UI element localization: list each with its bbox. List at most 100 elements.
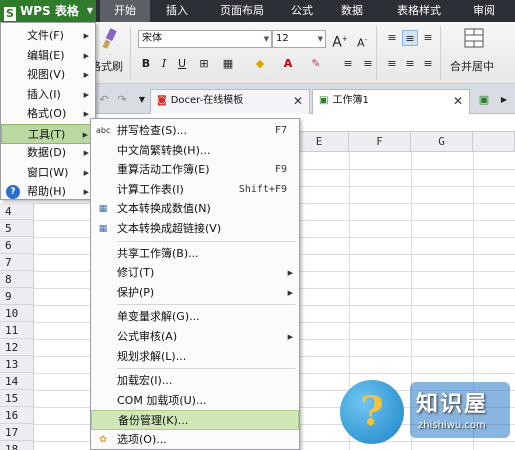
tools-menu-item[interactable]: 备份管理(K)... xyxy=(91,410,299,431)
tools-menu-item[interactable]: 计算工作表(I) Shift+F9 xyxy=(91,180,299,200)
font-name-select[interactable]: 宋体 ▼ xyxy=(138,30,272,48)
align-left-icon[interactable]: ≡ xyxy=(384,56,400,72)
font-size-select[interactable]: 12 ▼ xyxy=(272,30,326,48)
clear-format-icon[interactable]: ✎ xyxy=(308,56,324,72)
borders-icon[interactable]: ⊞ xyxy=(196,56,212,72)
main-menu-item[interactable]: 工具(T) ▶ xyxy=(1,123,95,144)
new-sheet-icon[interactable]: ▣ xyxy=(476,92,492,108)
main-menu-label: 视图(V) xyxy=(27,68,66,81)
chevron-down-icon[interactable]: ▼ xyxy=(134,92,150,108)
shortcut-hint: Shift+F9 xyxy=(238,183,287,195)
chevron-right-icon: ▶ xyxy=(83,32,89,40)
main-menu-item[interactable]: ? 帮助(H) ▶ xyxy=(1,182,95,202)
tools-menu-item[interactable]: 保护(P) ▶ xyxy=(91,283,299,303)
tab-insert[interactable]: 插入 xyxy=(152,0,202,22)
main-menu-item[interactable]: 编辑(E) ▶ xyxy=(1,46,95,66)
text-to-link-icon: ▦ xyxy=(98,224,108,234)
merge-center-label[interactable]: 合并居中 xyxy=(450,58,494,74)
column-header-next xyxy=(473,132,515,152)
wps-app-menu-button[interactable]: S WPS 表格 ▼ xyxy=(0,0,96,22)
bold-button[interactable]: B xyxy=(138,56,154,72)
row-header[interactable]: 13 xyxy=(0,356,34,373)
italic-button[interactable]: I xyxy=(156,56,172,72)
chevron-right-icon: ▶ xyxy=(82,130,88,139)
tools-menu-label: 共享工作簿(B)... xyxy=(117,246,199,260)
menu-separator xyxy=(117,304,295,306)
main-menu-item[interactable]: 窗口(W) ▶ xyxy=(1,163,95,183)
tab-docer-templates[interactable]: ◙ Docer-在线模板 ✕ xyxy=(150,89,310,114)
row-header[interactable]: 16 xyxy=(0,407,34,424)
tools-menu-item[interactable]: 规划求解(L)... xyxy=(91,347,299,367)
tools-submenu: abc 拼写检查(S)... F7 中文简繁转换(H)... 重算活动工作簿(E) F9 计… xyxy=(90,118,300,450)
row-header[interactable]: 14 xyxy=(0,373,34,390)
row-header[interactable]: 11 xyxy=(0,322,34,339)
row-header[interactable]: 18 xyxy=(0,441,34,450)
close-icon[interactable]: ✕ xyxy=(293,90,303,112)
tools-menu-item[interactable]: 加载宏(I)... xyxy=(91,371,299,391)
column-header-f[interactable]: F xyxy=(349,132,411,152)
tools-menu-item[interactable]: 公式审核(A) ▶ xyxy=(91,327,299,347)
tab-formulas[interactable]: 公式 xyxy=(280,0,324,22)
tools-menu-label: 规划求解(L)... xyxy=(117,349,187,363)
tab-data[interactable]: 数据 xyxy=(330,0,374,22)
chevron-right-icon[interactable]: ▶ xyxy=(496,92,512,108)
row-header[interactable]: 15 xyxy=(0,390,34,407)
row-header[interactable]: 6 xyxy=(0,237,34,254)
row-header[interactable]: 5 xyxy=(0,220,34,237)
tools-menu-item[interactable]: 共享工作簿(B)... xyxy=(91,244,299,264)
row-header[interactable]: 9 xyxy=(0,288,34,305)
row-header[interactable]: 4 xyxy=(0,203,34,220)
tools-menu-item[interactable]: COM 加载项(U)... xyxy=(91,391,299,411)
tools-menu-item[interactable]: 中文简繁转换(H)... xyxy=(91,141,299,161)
tools-menu-label: 重算活动工作簿(E) xyxy=(117,163,210,177)
text-to-number-icon: ▦ xyxy=(98,204,108,215)
font-color-icon[interactable]: A xyxy=(280,56,296,72)
tab-home[interactable]: 开始 xyxy=(100,0,150,22)
main-menu-item[interactable]: 格式(O) ▶ xyxy=(1,104,95,124)
tools-menu-label: 单变量求解(G)... xyxy=(117,310,200,324)
tab-workbook[interactable]: ▣ 工作簿1 ✕ xyxy=(312,89,470,114)
forward-arrow-icon[interactable]: ↷ xyxy=(114,92,130,108)
tools-menu-item[interactable]: 重算活动工作簿(E) F9 xyxy=(91,160,299,180)
tab-review[interactable]: 审阅 xyxy=(462,0,506,22)
increase-indent-icon[interactable]: ≡ xyxy=(360,56,376,72)
tools-menu-item[interactable]: abc 拼写检查(S)... F7 xyxy=(91,121,299,141)
align-middle-icon[interactable]: ≡ xyxy=(402,30,418,46)
row-header[interactable]: 8 xyxy=(0,271,34,288)
back-arrow-icon[interactable]: ↶ xyxy=(96,92,112,108)
tools-menu-item[interactable]: ✿ 选项(O)... xyxy=(91,430,299,450)
tools-menu-item[interactable]: ▦ 文本转换成超链接(V) xyxy=(91,219,299,239)
main-menu-item[interactable]: 数据(D) ▶ xyxy=(1,143,95,163)
row-header[interactable]: 10 xyxy=(0,305,34,322)
tab-page-layout[interactable]: 页面布局 xyxy=(208,0,276,22)
increase-font-button[interactable]: A+ xyxy=(332,31,348,51)
fill-color-icon[interactable]: ◆ xyxy=(252,56,268,72)
tools-menu-item[interactable]: 单变量求解(G)... xyxy=(91,307,299,327)
decrease-font-button[interactable]: A- xyxy=(354,32,370,50)
brush-icon[interactable] xyxy=(100,28,120,50)
row-header[interactable]: 12 xyxy=(0,339,34,356)
merge-center-icon[interactable] xyxy=(464,28,484,48)
main-menu-item[interactable]: 文件(F) ▶ xyxy=(1,26,95,46)
tab-table-styles[interactable]: 表格样式 xyxy=(384,0,454,22)
underline-button[interactable]: U xyxy=(174,56,190,72)
doc-tab-label: Docer-在线模板 xyxy=(170,95,244,106)
tools-menu-label: 选项(O)... xyxy=(117,433,167,446)
tools-menu-item[interactable]: 修订(T) ▶ xyxy=(91,263,299,283)
row-header[interactable]: 17 xyxy=(0,424,34,441)
main-menu-item[interactable]: 视图(V) ▶ xyxy=(1,65,95,85)
tools-menu-item[interactable]: ▦ 文本转换成数值(N) xyxy=(91,199,299,219)
chevron-right-icon: ▶ xyxy=(287,333,293,341)
close-icon[interactable]: ✕ xyxy=(453,90,463,112)
align-top-icon[interactable]: ≡ xyxy=(384,30,400,46)
main-menu-label: 工具(T) xyxy=(28,127,66,141)
row-header[interactable]: 7 xyxy=(0,254,34,271)
cell-style-icon[interactable]: ▦ xyxy=(220,56,236,72)
align-right-icon[interactable]: ≡ xyxy=(420,56,436,72)
column-header-g[interactable]: G xyxy=(411,132,473,152)
decrease-indent-icon[interactable]: ≡ xyxy=(340,56,356,72)
main-menu-item[interactable]: 插入(I) ▶ xyxy=(1,85,95,105)
tools-menu-label: COM 加载项(U)... xyxy=(117,393,207,407)
align-bottom-icon[interactable]: ≡ xyxy=(420,30,436,46)
align-center-icon[interactable]: ≡ xyxy=(402,56,418,72)
